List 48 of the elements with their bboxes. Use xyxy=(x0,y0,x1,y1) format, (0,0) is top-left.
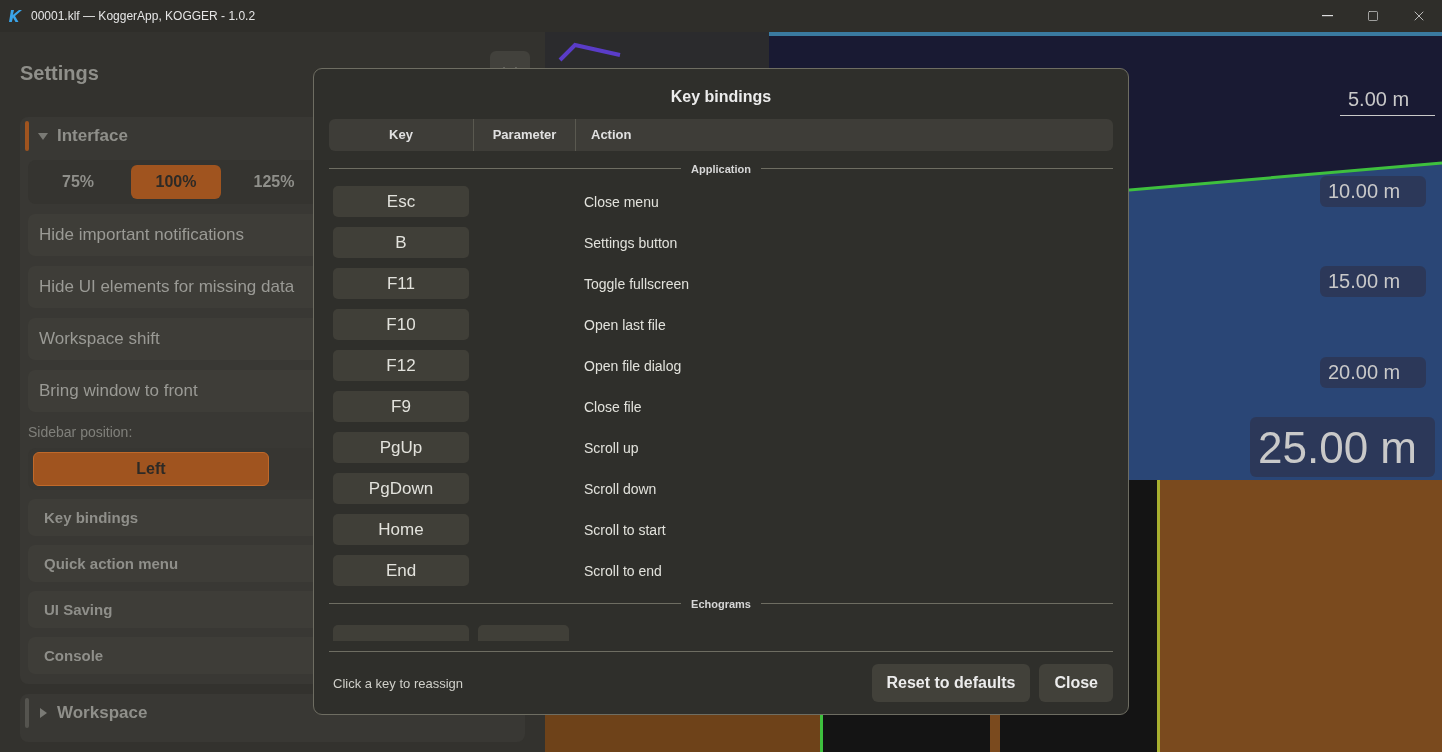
column-header: Action xyxy=(590,126,633,144)
scale-option[interactable]: 75% xyxy=(33,165,123,199)
key-button[interactable]: F9 xyxy=(333,391,469,422)
section-title[interactable]: Interface xyxy=(57,126,128,146)
key-button[interactable]: F11 xyxy=(333,268,469,299)
collapse-triangle-icon[interactable] xyxy=(38,131,48,141)
section-title[interactable]: Workspace xyxy=(57,703,148,723)
key-button[interactable]: Esc xyxy=(333,186,469,217)
scale-option[interactable]: 100% xyxy=(131,165,221,199)
key-button[interactable]: F10 xyxy=(333,309,469,340)
group-title: Echograms xyxy=(691,597,751,610)
action-label: Toggle fullscreen xyxy=(584,275,690,292)
key-button[interactable]: PgDown xyxy=(333,473,469,504)
column-header: Parameter xyxy=(474,119,576,151)
depth-label: 20.00 m xyxy=(1320,357,1427,388)
panel-title: Settings xyxy=(20,62,99,85)
position-option[interactable]: Left xyxy=(33,452,269,486)
scale-option[interactable]: 125% xyxy=(229,165,319,199)
action-label: Open file dialog xyxy=(584,357,682,374)
group-title: Application xyxy=(691,162,751,175)
sidebar-position-label: Sidebar position: xyxy=(28,424,134,442)
reset-button[interactable]: Reset to defaults xyxy=(871,664,1031,702)
depth-label: 5.00 m xyxy=(1340,84,1436,116)
dialog-title: Key bindings xyxy=(670,86,772,107)
key-button[interactable]: B xyxy=(333,227,469,258)
action-label: Scroll up xyxy=(584,439,639,456)
depth-label: 15.00 m xyxy=(1320,266,1427,297)
minimize-icon xyxy=(1321,15,1333,17)
hint-text: Click a key to reassign xyxy=(333,675,464,691)
key-button[interactable]: Home xyxy=(333,514,469,545)
action-label: Close file xyxy=(584,398,642,415)
action-label: Settings button xyxy=(584,234,678,251)
app-logo-icon xyxy=(8,9,22,23)
key-button[interactable]: End xyxy=(333,555,469,586)
action-label: Open last file xyxy=(584,316,666,333)
key-button[interactable]: F12 xyxy=(333,350,469,381)
action-label: Close menu xyxy=(584,193,659,210)
maximize-icon xyxy=(1367,10,1379,22)
current-depth: 25.00 m xyxy=(1250,417,1435,477)
window-title: 00001.klf — KoggerApp, KOGGER - 1.0.2 xyxy=(31,9,256,23)
action-label: Scroll down xyxy=(584,480,657,497)
action-label: Scroll to start xyxy=(584,521,666,538)
key-button[interactable]: PgUp xyxy=(333,432,469,463)
column-header: Key xyxy=(329,119,474,151)
depth-label: 10.00 m xyxy=(1320,176,1427,207)
expand-triangle-icon[interactable] xyxy=(38,708,48,718)
close-dialog-button[interactable]: Close xyxy=(1039,664,1113,702)
action-label: Scroll to end xyxy=(584,562,662,579)
